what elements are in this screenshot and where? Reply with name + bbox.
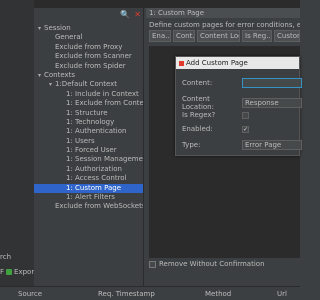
add-custom-page-dialog: Add Custom Page Content: Content Locatio… — [175, 56, 302, 156]
tree-item[interactable]: 1: Access Control — [34, 174, 143, 183]
tree-item-label: 1: Session Manageme — [66, 155, 143, 164]
top-bar — [34, 0, 300, 8]
column-custom[interactable]: Custom — [274, 30, 300, 42]
tree-item[interactable]: 1: Forced User — [34, 146, 143, 155]
panel-description: Define custom pages for error conditions… — [149, 21, 300, 29]
f-label: F — [0, 268, 5, 276]
tree-item[interactable]: 1: Users — [34, 137, 143, 146]
type-row: Type: Error Page — [182, 140, 302, 150]
tree-item-label: 1: Forced User — [66, 146, 117, 155]
tree-item-label: General — [55, 33, 83, 42]
content-row: Content: — [182, 78, 302, 88]
tree-item[interactable]: 1: Structure — [34, 109, 143, 118]
tree-item-label: 1: Users — [66, 136, 95, 145]
tree-item[interactable]: Exclude from Proxy — [34, 43, 143, 52]
tree-item[interactable]: 1: Authentication — [34, 127, 143, 136]
tree-item[interactable]: Exclude from WebSockets — [34, 202, 143, 211]
tree-item[interactable]: General — [34, 33, 143, 42]
tree-item-label: Contexts — [44, 70, 76, 79]
left-strip: rch F Expor — [0, 0, 34, 300]
column-enabled[interactable]: Ena... — [149, 30, 171, 42]
column-content-location[interactable]: Content Loc... — [197, 30, 240, 42]
bottom-tabs: F Expor — [0, 268, 34, 276]
tree-item[interactable]: 1: Include in Context — [34, 90, 143, 99]
column-method[interactable]: Method — [205, 290, 231, 298]
tree-item[interactable]: Exclude from Spider — [34, 62, 143, 71]
remove-checkbox[interactable] — [149, 260, 156, 268]
column-content[interactable]: Cont... — [173, 30, 195, 42]
column-source[interactable]: Source — [18, 290, 42, 298]
tree-item[interactable]: Exclude from Scanner — [34, 52, 143, 61]
content-label: Content: — [182, 79, 213, 87]
history-table-header: Source Req. Timestamp Method Url — [0, 286, 300, 300]
column-url[interactable]: Url — [277, 290, 287, 298]
tree-item-label: Session — [44, 24, 71, 32]
tree-item-label: 1: Structure — [66, 108, 108, 117]
tree-item-label: 1: Exclude from Conte — [66, 99, 143, 108]
location-label: Content Location: — [182, 95, 214, 111]
regex-row: Is Regex? — [182, 111, 301, 119]
tree-item-label: Exclude from WebSockets — [55, 202, 143, 211]
tree-item-label: 1: Custom Page — [66, 183, 122, 192]
column-is-regex[interactable]: Is Reg... — [242, 30, 272, 42]
tree-item-label: 1:Default Context — [55, 80, 118, 89]
tree-item-label: 1: Authorization — [66, 164, 122, 173]
tree-item[interactable]: 1: Session Manageme — [34, 155, 143, 164]
app-icon — [179, 60, 184, 66]
location-select[interactable]: Response — [242, 98, 302, 108]
content-input[interactable] — [242, 78, 302, 88]
enabled-label: Enabled: — [182, 125, 213, 133]
dialog-title: Add Custom Page — [186, 59, 248, 67]
tree-item[interactable]: 1: Custom Page — [34, 183, 143, 194]
tree-item-label: Exclude from Spider — [55, 61, 126, 70]
enabled-checkbox[interactable]: ✓ — [242, 125, 249, 133]
tree-item-label: 1: Include in Context — [66, 89, 139, 98]
tree-item-label: 1: Authentication — [66, 127, 127, 136]
tree-item[interactable]: ▾ 1:Default Context — [34, 80, 143, 89]
location-row: Content Location: Response — [182, 95, 302, 111]
tree-item[interactable]: 1: Alert Filters — [34, 193, 143, 202]
session-tree: ▾ Session General Exclude from Proxy Exclude… — [34, 20, 143, 212]
dialog-title-bar[interactable]: Add Custom Page — [176, 57, 299, 69]
type-select[interactable]: Error Page — [242, 140, 302, 150]
tree-item[interactable]: ▾ Contexts — [34, 71, 143, 80]
tree-item-label: Exclude from Proxy — [55, 42, 123, 51]
enabled-row: Enabled: ✓ — [182, 125, 301, 133]
regex-checkbox[interactable] — [242, 111, 249, 119]
close-icon[interactable]: ✕ — [134, 10, 141, 19]
column-req-timestamp[interactable]: Req. Timestamp — [98, 290, 155, 298]
search-icon[interactable]: 🔍 — [120, 10, 130, 19]
panel-header: 1: Custom Page — [146, 8, 300, 18]
tree-item[interactable]: 1: Authorization — [34, 165, 143, 174]
export-icon — [6, 269, 13, 275]
search-tab-label[interactable]: rch — [0, 253, 11, 261]
tree-item-label: 1: Technology — [66, 117, 115, 126]
tree-item-label: 1: Alert Filters — [66, 193, 115, 202]
session-tree-panel: 🔍 ✕ ▾ Session General Exclude from Proxy Exc… — [34, 8, 144, 286]
table-header: Ena... Cont... Content Loc... Is Reg... … — [146, 30, 300, 42]
remove-without-confirmation[interactable]: Remove Without Confirmation — [149, 260, 265, 268]
tree-toolbar: 🔍 ✕ — [34, 8, 143, 20]
tree-item-label: 1: Access Control — [66, 174, 127, 183]
tree-item-label: Exclude from Scanner — [55, 52, 132, 61]
tree-item[interactable]: 1: Technology — [34, 118, 143, 127]
tree-item[interactable]: ▾ Session — [34, 24, 143, 33]
type-label: Type: — [182, 141, 201, 149]
export-tab[interactable]: Expor — [14, 268, 34, 276]
tree-item[interactable]: 1: Exclude from Conte — [34, 99, 143, 108]
regex-label: Is Regex? — [182, 111, 216, 119]
remove-label: Remove Without Confirmation — [159, 260, 265, 268]
